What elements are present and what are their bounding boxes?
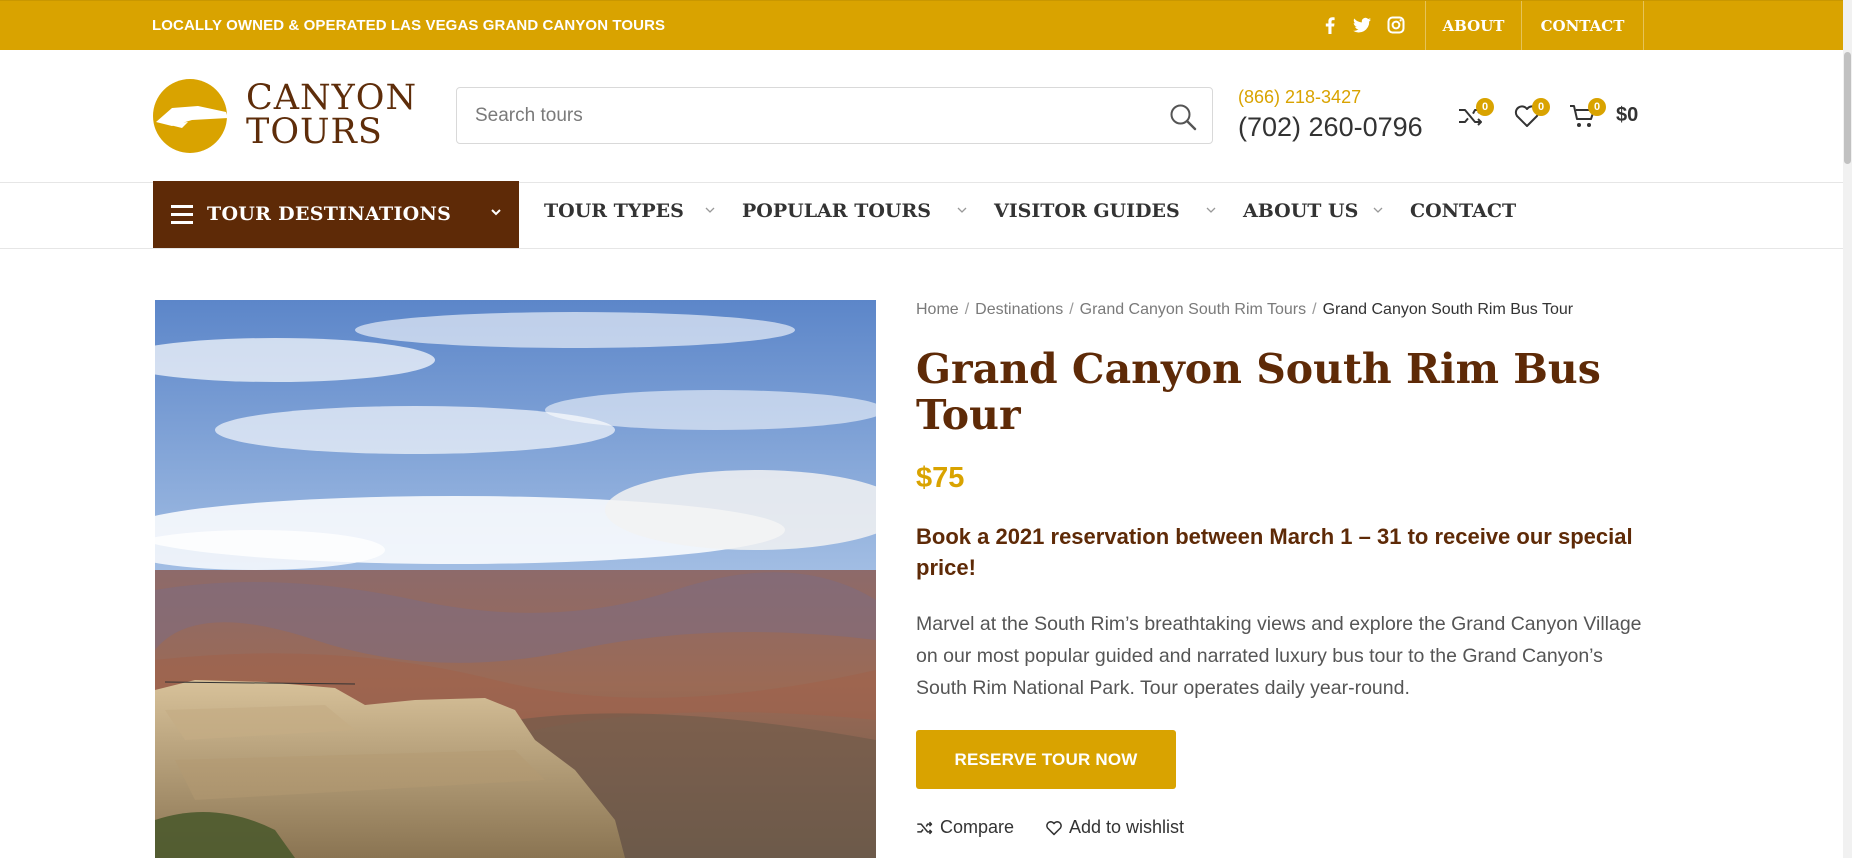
- phone-primary[interactable]: (866) 218-3427: [1238, 87, 1361, 108]
- compare-icon: [917, 821, 933, 835]
- product-price: $75: [916, 462, 965, 494]
- cart-total[interactable]: $0: [1616, 104, 1638, 127]
- wishlist-count-badge: 0: [1532, 98, 1550, 116]
- search-icon[interactable]: [1168, 102, 1198, 132]
- breadcrumb-current: Grand Canyon South Rim Bus Tour: [1322, 301, 1574, 318]
- breadcrumb: Home / Destinations / Grand Canyon South Rim…: [916, 301, 1573, 319]
- chevron-down-icon: [491, 209, 501, 216]
- logo-text-line2: TOURS: [246, 112, 383, 152]
- top-bar-divider: [1643, 1, 1644, 51]
- top-bar-tagline: LOCALLY OWNED & OPERATED LAS VEGAS GRAND…: [152, 17, 666, 34]
- cart-count-badge: 0: [1588, 98, 1606, 116]
- nav-divider: [0, 248, 1852, 249]
- chevron-down-icon: [1373, 207, 1383, 213]
- chevron-down-icon: [1206, 207, 1216, 213]
- site-logo[interactable]: CANYON TOURS: [152, 76, 434, 156]
- top-link-about[interactable]: ABOUT: [1425, 1, 1521, 51]
- breadcrumb-separator: /: [964, 301, 970, 318]
- reserve-tour-button[interactable]: RESERVE TOUR NOW: [916, 730, 1176, 789]
- instagram-icon[interactable]: [1386, 15, 1406, 35]
- wishlist-label: Add to wishlist: [1069, 817, 1185, 837]
- nav-popular-tours[interactable]: POPULAR TOURS: [742, 200, 931, 222]
- compare-count-badge: 0: [1476, 98, 1494, 116]
- product-description: Marvel at the South Rim’s breathtaking v…: [916, 613, 1642, 699]
- search-input[interactable]: [475, 102, 1115, 130]
- facebook-icon[interactable]: [1320, 15, 1340, 35]
- heart-icon: [1046, 821, 1062, 836]
- logo-emblem-icon: [153, 79, 228, 153]
- product-title: Grand Canyon South Rim Bus Tour: [916, 345, 1601, 439]
- compare-label: Compare: [940, 817, 1015, 837]
- tour-photo-grand-canyon[interactable]: [155, 300, 876, 858]
- chevron-down-icon: [705, 207, 715, 213]
- compare-link[interactable]: Compare: [916, 817, 1026, 839]
- nav-visitor-guides[interactable]: VISITOR GUIDES: [994, 200, 1180, 222]
- top-bar: LOCALLY OWNED & OPERATED LAS VEGAS GRAND…: [0, 0, 1852, 51]
- tour-destinations-label: TOUR DESTINATIONS: [207, 203, 452, 225]
- breadcrumb-destinations[interactable]: Destinations: [975, 301, 1063, 318]
- nav-about-us[interactable]: ABOUT US: [1243, 200, 1358, 222]
- search-box: [456, 87, 1213, 144]
- hamburger-icon: [171, 205, 193, 225]
- chevron-down-icon: [957, 207, 967, 213]
- logo-text-line1: CANYON: [246, 78, 418, 118]
- breadcrumb-separator: /: [1312, 301, 1317, 318]
- nav-tour-types[interactable]: TOUR TYPES: [544, 200, 684, 222]
- page-scrollbar[interactable]: [1843, 0, 1852, 858]
- nav-contact[interactable]: CONTACT: [1410, 200, 1516, 222]
- tour-destinations-button[interactable]: TOUR DESTINATIONS: [153, 181, 519, 249]
- twitter-icon[interactable]: [1352, 15, 1372, 35]
- breadcrumb-separator: /: [1069, 301, 1074, 318]
- promo-text: Book a 2021 reservation between March 1 …: [916, 524, 1633, 580]
- phone-secondary[interactable]: (702) 260-0796: [1238, 112, 1423, 143]
- breadcrumb-south-rim-tours[interactable]: Grand Canyon South Rim Tours: [1080, 301, 1306, 318]
- breadcrumb-home[interactable]: Home: [916, 301, 959, 318]
- scrollbar-thumb[interactable]: [1844, 52, 1851, 164]
- top-link-contact[interactable]: CONTACT: [1521, 1, 1643, 51]
- add-to-wishlist-link[interactable]: Add to wishlist: [1045, 817, 1215, 839]
